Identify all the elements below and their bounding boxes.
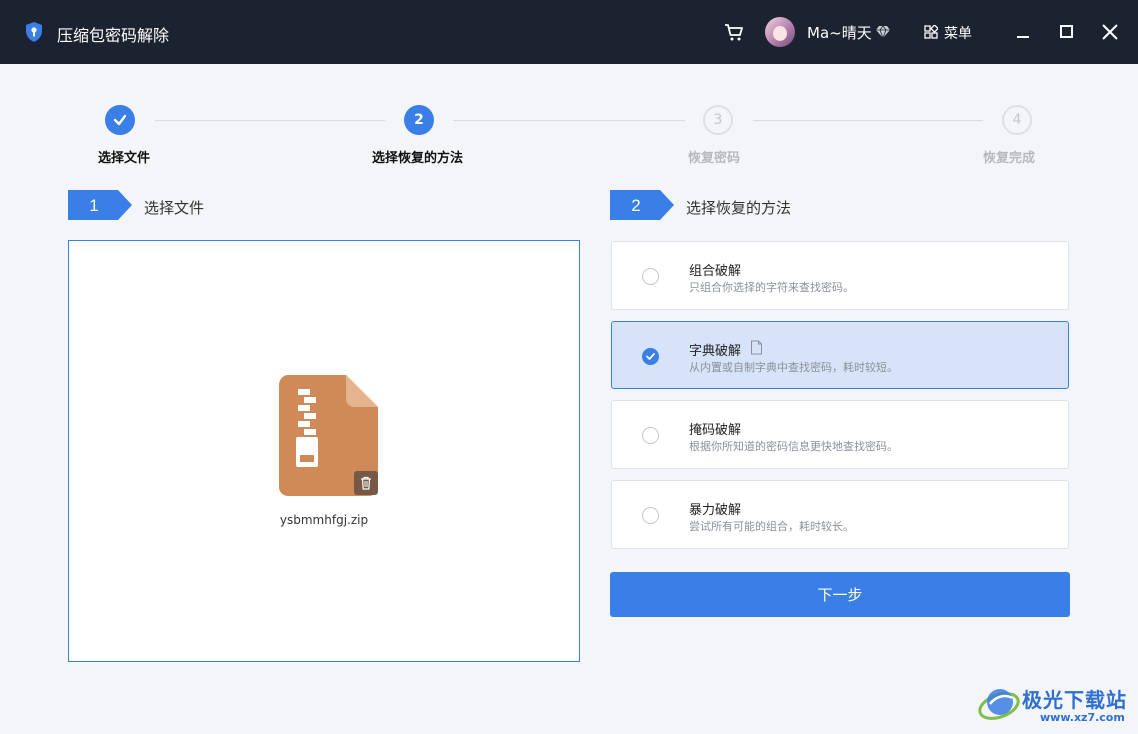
step-2-circle: 2 [404,105,434,135]
radio-button-checked[interactable] [642,348,659,365]
radio-button[interactable] [642,268,659,285]
step-2-label: 选择恢复的方法 [372,151,464,166]
cart-icon[interactable] [723,21,745,43]
document-icon[interactable] [750,340,763,355]
file-drop-panel[interactable]: ysbmmhfgj.zip [68,240,580,662]
method-option-brute-force[interactable]: 暴力破解 尝试所有可能的组合，耗时较长。 [611,480,1069,549]
maximize-icon[interactable] [1054,20,1078,44]
step-connector [155,120,385,121]
step-4-label: 恢复完成 [983,151,1036,166]
step-1-label: 选择文件 [98,151,151,166]
method-title: 掩码破解 [689,423,742,438]
avatar[interactable] [765,17,795,47]
step-connector [753,120,983,121]
watermark-logo-icon [978,689,1020,720]
step-3-label: 恢复密码 [688,151,741,166]
app-title: 压缩包密码解除 [57,26,170,45]
method-option-combination[interactable]: 组合破解 只组合你选择的字符来查找密码。 [611,241,1069,310]
section-1-number: 1 [89,196,98,215]
menu-button[interactable]: 菜单 [944,23,972,43]
method-title: 组合破解 [689,264,742,279]
method-title: 字典破解 [689,344,742,359]
user-name[interactable]: Ma~晴天 [807,22,872,43]
step-4-circle: 4 [1002,105,1032,135]
method-description: 从内置或自制字典中查找密码，耗时较短。 [689,361,898,374]
section-2-title: 选择恢复的方法 [686,199,792,217]
method-description: 尝试所有可能的组合，耗时较长。 [689,520,854,533]
method-description: 根据你所知道的密码信息更快地查找密码。 [689,440,898,453]
method-option-mask[interactable]: 掩码破解 根据你所知道的密码信息更快地查找密码。 [611,400,1069,469]
grid-menu-icon[interactable] [924,25,938,39]
method-description: 只组合你选择的字符来查找密码。 [689,281,854,294]
step-3-circle: 3 [703,105,733,135]
next-step-button[interactable]: 下一步 [610,572,1070,617]
section-2-number-tag: 2 [610,190,674,220]
trash-icon[interactable] [354,471,378,495]
method-option-dictionary[interactable]: 字典破解 从内置或自制字典中查找密码，耗时较短。 [611,321,1069,389]
watermark-name: 极光下载站 [1022,688,1127,712]
radio-button[interactable] [642,507,659,524]
section-1-number-tag: 1 [68,190,132,220]
close-icon[interactable] [1098,20,1122,44]
diamond-icon [876,25,890,39]
file-name: ysbmmhfgj.zip [279,513,369,527]
step-1-check-icon [105,105,135,135]
step-connector [453,120,685,121]
radio-button[interactable] [642,427,659,444]
section-2-number: 2 [631,196,640,215]
minimize-icon[interactable] [1011,20,1035,44]
title-bar: 压缩包密码解除 Ma~晴天 菜单 [0,0,1138,64]
method-title: 暴力破解 [689,503,742,518]
shield-lock-icon [26,22,42,42]
check-icon [646,353,655,360]
section-1-title: 选择文件 [144,199,205,217]
watermark-url: www.xz7.com [1040,711,1125,724]
